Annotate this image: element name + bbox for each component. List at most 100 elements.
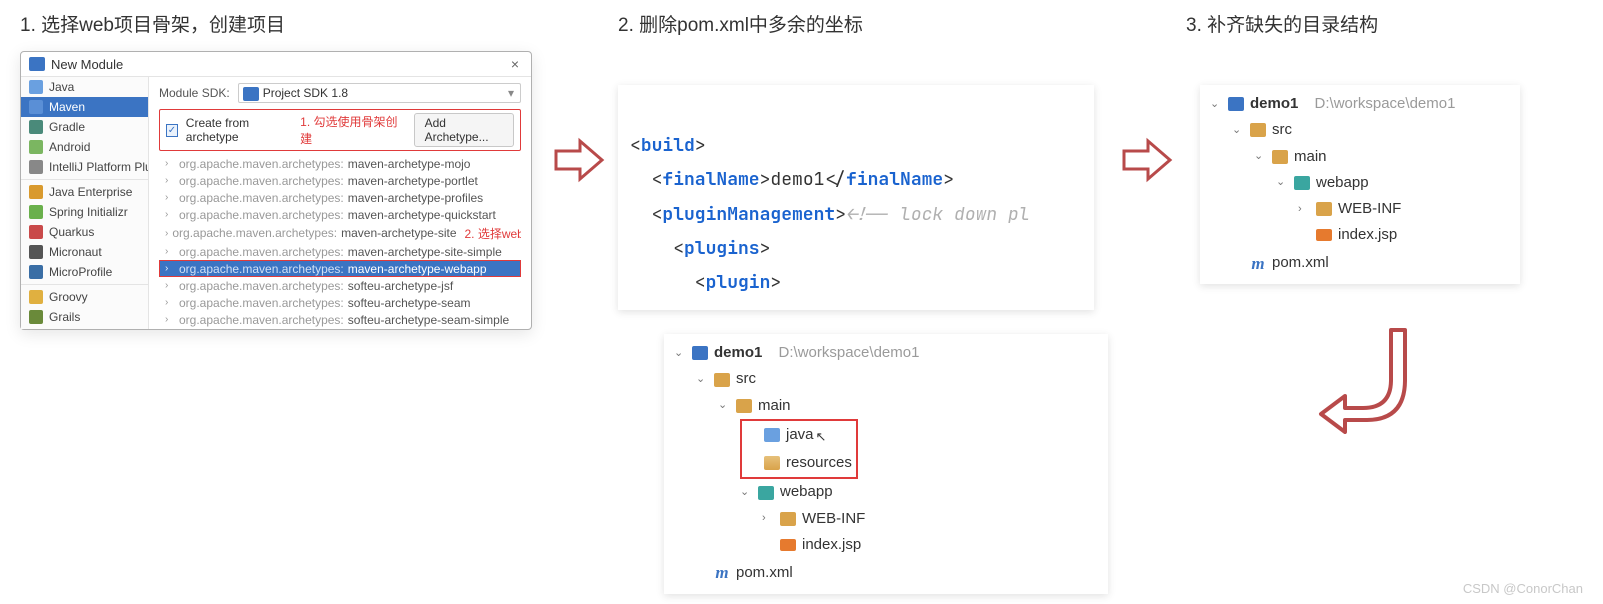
jsp-icon [780,539,796,551]
maven-icon: m [714,558,730,588]
sidebar-item-label: Java Enterprise [49,185,132,199]
archetype-group: org.apache.maven.archetypes: [179,313,344,327]
sidebar-item-grails[interactable]: Grails [21,307,148,327]
sidebar-item-application-forge[interactable]: Application Forge [21,327,148,329]
arrow-curve-icon [1315,324,1415,434]
folder-icon [1272,150,1288,164]
mp-icon [29,265,43,279]
watermark: CSDN @ConorChan [1463,581,1583,596]
folder-icon [780,512,796,526]
sidebar-item-label: Grails [49,310,80,324]
micronaut-icon [29,245,43,259]
folder-icon [736,399,752,413]
sidebar-item-java[interactable]: Java [21,77,148,97]
archetype-artifact: maven-archetype-portlet [348,174,478,188]
archetype-artifact: maven-archetype-site-simple [348,245,502,259]
chevron-right-icon: › [165,314,175,325]
project-tree-before: ⌄demo1 D:\workspace\demo1 ⌄src ⌄main ⌄we… [1200,85,1520,284]
archetype-artifact: softeu-archetype-seam [348,296,471,310]
archetype-item[interactable]: › org.apache.maven.archetypes: softeu-arch… [159,294,521,311]
archetype-item[interactable]: ›org.apache.maven.archetypes:maven-arche… [159,189,521,206]
archetype-artifact: softeu-archetype-jsf [348,279,453,293]
new-module-dialog: New Module × Java Maven Gradle Android Intel… [20,51,532,330]
archetype-group: org.apache.maven.archetypes: [179,157,344,171]
project-type-sidebar: Java Maven Gradle Android IntelliJ Platform … [21,77,149,329]
chevron-right-icon: › [165,297,175,308]
dialog-title: New Module [51,57,123,72]
chevron-right-icon: › [165,175,175,186]
module-icon [29,57,45,71]
resources-folder-icon [764,456,780,470]
project-tree-after: ⌄demo1 D:\workspace\demo1 ⌄src ⌄main jav… [664,334,1108,594]
archetype-artifact: maven-archetype-webapp [348,262,487,276]
sidebar-item-groovy[interactable]: Groovy [21,287,148,307]
sidebar-item-label: Groovy [49,290,88,304]
archetype-list[interactable]: › org.apache.maven.archetypes: maven-arche… [159,155,521,329]
archetype-artifact: maven-archetype-site [341,226,456,240]
chevron-right-icon: › [165,228,168,239]
arrow-right-icon [1120,133,1174,187]
sidebar-item-label: Gradle [49,120,85,134]
archetype-group: org.apache.maven.archetypes: [172,226,337,240]
archetype-item[interactable]: ›org.apache.maven.archetypes:maven-arche… [159,206,521,223]
archetype-group: org.apache.maven.archetypes: [179,262,344,276]
sdk-combo[interactable]: Project SDK 1.8 [238,83,521,103]
archetype-checkbox[interactable]: ✓ [166,124,178,137]
sidebar-item-label: MicroProfile [49,265,112,279]
sidebar-item-label: IntelliJ Platform Plugin [49,160,149,174]
archetype-group: org.apache.maven.archetypes: [179,279,344,293]
sidebar-item-label: Quarkus [49,225,94,239]
sidebar-item-label: Micronaut [49,245,102,259]
archetype-group: org.apache.maven.archetypes: [179,208,344,222]
java-folder-icon [764,428,780,442]
android-icon [29,140,43,154]
sidebar-item-java-enterprise[interactable]: Java Enterprise [21,182,148,202]
archetype-item[interactable]: › org.apache.maven.archetypes: maven-arche… [159,260,521,277]
plugin-icon [29,160,43,174]
jee-icon [29,185,43,199]
sidebar-item-android[interactable]: Android [21,137,148,157]
sidebar-item-intellij-platform-plugin[interactable]: IntelliJ Platform Plugin [21,157,148,177]
groovy-icon [29,290,43,304]
quarkus-icon [29,225,43,239]
archetype-item[interactable]: › org.apache.maven.archetypes: maven-arche… [159,172,521,189]
cursor-icon: ↖ [816,426,827,449]
step2-heading: 2. 删除pom.xml中多余的坐标 [618,10,1108,37]
archetype-artifact: maven-archetype-profiles [348,191,483,205]
sidebar-item-microprofile[interactable]: MicroProfile [21,262,148,282]
grails-icon [29,310,43,324]
chevron-right-icon: › [165,158,175,169]
archetype-artifact: maven-archetype-quickstart [348,208,496,222]
sidebar-item-maven[interactable]: Maven [21,97,148,117]
archetype-artifact: maven-archetype-mojo [348,157,471,171]
webapp-folder-icon [758,486,774,500]
archetype-item[interactable]: › org.apache.maven.archetypes: softeu-arch… [159,311,521,328]
archetype-group: org.apache.maven.archetypes: [179,174,344,188]
archetype-artifact: softeu-archetype-seam-simple [348,313,509,327]
archetype-group: org.apache.maven.archetypes: [179,296,344,310]
archetype-item[interactable]: › org.apache.maven.archetypes: maven-arche… [159,223,521,243]
add-archetype-button[interactable]: Add Archetype... [414,113,514,147]
sidebar-item-micronaut[interactable]: Micronaut [21,242,148,262]
webapp-folder-icon [1294,176,1310,190]
close-icon[interactable]: × [507,56,523,72]
jsp-icon [1316,229,1332,241]
sidebar-item-gradle[interactable]: Gradle [21,117,148,137]
archetype-item[interactable]: › org.apache.maven.archetypes: softeu-arch… [159,277,521,294]
sidebar-item-label: Android [49,140,90,154]
maven-icon: m [1250,249,1266,279]
sidebar-item-label: Java [49,80,74,94]
archetype-item[interactable]: ›org.apache.myfaces.buildtools:myfaces-a… [159,328,521,329]
sdk-icon [243,87,259,101]
archetype-item[interactable]: › org.apache.maven.archetypes: maven-arche… [159,155,521,172]
archetype-item[interactable]: ›org.apache.maven.archetypes:maven-arche… [159,243,521,260]
spring-icon [29,205,43,219]
chevron-right-icon: › [165,280,175,291]
chevron-right-icon: › [165,263,175,274]
sdk-value: Project SDK 1.8 [263,86,348,100]
archetype-group: org.apache.maven.archetypes: [179,245,344,259]
sidebar-item-spring-initializr[interactable]: Spring Initializr [21,202,148,222]
archetype-group: org.apache.maven.archetypes: [179,191,344,205]
sidebar-item-quarkus[interactable]: Quarkus [21,222,148,242]
project-icon [1228,97,1244,111]
